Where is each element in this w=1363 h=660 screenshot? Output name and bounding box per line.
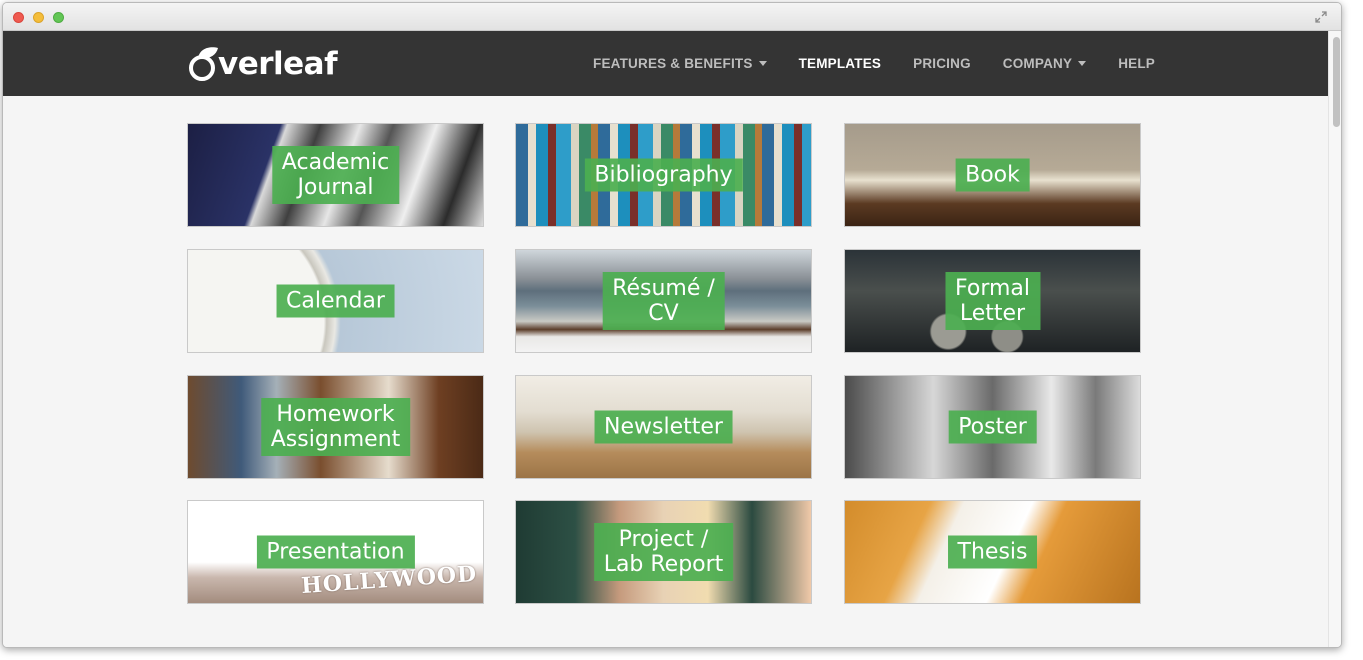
- browser-window: verleaf FEATURES & BENEFITS TEMPLATES PR…: [2, 2, 1342, 648]
- close-window-button[interactable]: [13, 12, 24, 23]
- nav-label: COMPANY: [1002, 56, 1073, 71]
- template-card-resume-cv[interactable]: Résumé / CV: [515, 249, 812, 353]
- template-card-formal-letter[interactable]: Formal Letter: [844, 249, 1141, 353]
- card-label: Academic Journal: [271, 146, 400, 204]
- card-label: Résumé / CV: [602, 272, 725, 330]
- template-card-bibliography[interactable]: Bibliography: [515, 123, 812, 227]
- template-card-calendar[interactable]: Calendar: [187, 249, 484, 353]
- caret-down-icon: [1078, 61, 1087, 66]
- fullscreen-icon[interactable]: [1315, 10, 1327, 23]
- card-label: Formal Letter: [944, 272, 1041, 330]
- nav-pricing[interactable]: PRICING: [913, 56, 971, 71]
- maximize-window-button[interactable]: [53, 12, 64, 23]
- nav-company[interactable]: COMPANY: [1002, 56, 1087, 71]
- minimize-window-button[interactable]: [33, 12, 44, 23]
- card-label: Calendar: [276, 284, 395, 318]
- card-label: Project / Lab Report: [593, 523, 734, 581]
- card-label: Poster: [948, 410, 1037, 444]
- nav-label: FEATURES & BENEFITS: [593, 56, 753, 71]
- card-label: Newsletter: [594, 410, 733, 444]
- nav-label: PRICING: [913, 56, 971, 71]
- window-titlebar: [3, 3, 1341, 31]
- overleaf-logo[interactable]: verleaf: [186, 45, 338, 83]
- main-nav: FEATURES & BENEFITS TEMPLATES PRICING CO…: [593, 31, 1187, 96]
- scrollbar-thumb[interactable]: [1333, 37, 1340, 127]
- nav-label: HELP: [1118, 56, 1155, 71]
- logo-text: verleaf: [218, 46, 338, 82]
- nav-help[interactable]: HELP: [1118, 56, 1155, 71]
- template-card-academic-journal[interactable]: Academic Journal: [187, 123, 484, 227]
- template-card-newsletter[interactable]: Newsletter: [515, 375, 812, 479]
- leaf-o-icon: [189, 47, 218, 81]
- card-label: Homework Assignment: [260, 398, 411, 456]
- card-label: Bibliography: [584, 158, 743, 192]
- template-card-poster[interactable]: Poster: [844, 375, 1141, 479]
- template-card-presentation[interactable]: HOLLYWOOD Presentation: [187, 500, 484, 604]
- card-label: Book: [955, 158, 1030, 192]
- templates-page: Academic Journal Bibliography Book Calen…: [3, 96, 1328, 647]
- nav-templates[interactable]: TEMPLATES: [799, 56, 882, 71]
- card-label: Presentation: [256, 535, 415, 569]
- template-card-book[interactable]: Book: [844, 123, 1141, 227]
- nav-features-benefits[interactable]: FEATURES & BENEFITS: [593, 56, 767, 71]
- template-card-homework-assignment[interactable]: Homework Assignment: [187, 375, 484, 479]
- site-navbar: verleaf FEATURES & BENEFITS TEMPLATES PR…: [3, 31, 1328, 96]
- template-card-thesis[interactable]: Thesis: [844, 500, 1141, 604]
- caret-down-icon: [758, 61, 767, 66]
- page-scrollbar[interactable]: [1328, 31, 1341, 647]
- card-label: Thesis: [947, 535, 1038, 569]
- template-card-project-lab-report[interactable]: Project / Lab Report: [515, 500, 812, 604]
- nav-label: TEMPLATES: [798, 56, 882, 71]
